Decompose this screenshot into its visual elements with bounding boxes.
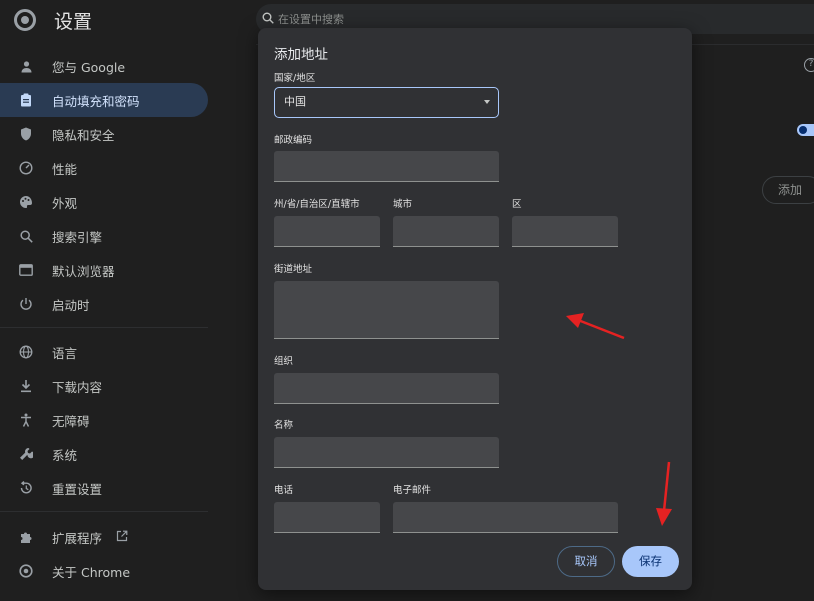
sidebar-item-label: 自动填充和密码	[52, 93, 140, 109]
postal-code-label: 邮政编码	[274, 135, 313, 146]
country-select[interactable]: 中国	[274, 87, 499, 118]
sidebar-item-label: 性能	[52, 161, 78, 177]
sidebar-item-extensions[interactable]: 扩展程序	[0, 520, 208, 554]
puzzle-icon	[18, 529, 34, 545]
country-label: 国家/地区	[274, 73, 316, 84]
sidebar-item-languages[interactable]: 语言	[0, 335, 208, 369]
sidebar-item-label: 您与 Google	[52, 59, 126, 75]
city-field[interactable]	[393, 216, 499, 247]
download-icon	[18, 378, 34, 394]
sidebar-item-label: 系统	[52, 447, 78, 463]
external-link-icon	[116, 530, 128, 545]
email-label: 电子邮件	[393, 485, 432, 496]
sidebar-item-label: 语言	[52, 345, 78, 361]
sidebar-divider	[0, 511, 208, 512]
sidebar-item-google[interactable]: 您与 Google	[0, 49, 208, 83]
sidebar-item-label: 关于 Chrome	[52, 564, 131, 580]
shield-icon	[18, 126, 34, 142]
cancel-button[interactable]: 取消	[557, 546, 615, 577]
street-address-field[interactable]	[274, 281, 499, 339]
accessibility-icon	[18, 412, 34, 428]
sidebar: 设置 您与 Google 自动填充和密码 隐私和安全 性能 外观 搜索引擎 默认…	[0, 0, 214, 601]
sidebar-item-label: 下载内容	[52, 379, 103, 395]
sidebar-divider	[0, 327, 208, 328]
name-field[interactable]	[274, 437, 499, 468]
browser-icon	[18, 262, 34, 278]
name-label: 名称	[274, 420, 294, 431]
sidebar-item-label: 默认浏览器	[52, 263, 115, 279]
city-label: 城市	[393, 199, 413, 210]
street-address-label: 街道地址	[274, 264, 313, 275]
app-header: 设置	[14, 6, 92, 34]
email-field[interactable]	[393, 502, 618, 533]
add-address-dialog: 添加地址 国家/地区 中国 邮政编码 州/省/自治区/直辖市 城市 区 街道地址…	[258, 28, 692, 590]
sidebar-item-appearance[interactable]: 外观	[0, 185, 208, 219]
palette-icon	[18, 194, 34, 210]
sidebar-item-downloads[interactable]: 下载内容	[0, 369, 208, 403]
reset-icon	[18, 480, 34, 496]
sidebar-item-label: 外观	[52, 195, 78, 211]
organization-field[interactable]	[274, 373, 499, 404]
organization-label: 组织	[274, 356, 294, 367]
sidebar-item-label: 无障碍	[52, 413, 90, 429]
chrome-logo-icon	[14, 9, 36, 31]
sidebar-item-autofill[interactable]: 自动填充和密码	[0, 83, 208, 117]
power-icon	[18, 296, 34, 312]
sidebar-item-label: 扩展程序	[52, 530, 103, 546]
state-label: 州/省/自治区/直辖市	[274, 199, 360, 210]
sidebar-item-search-engine[interactable]: 搜索引擎	[0, 219, 208, 253]
search-placeholder: 在设置中搜索	[278, 13, 344, 26]
sidebar-item-default-browser[interactable]: 默认浏览器	[0, 253, 208, 287]
country-select-value: 中国	[284, 95, 306, 108]
dialog-title: 添加地址	[274, 47, 328, 63]
clipboard-icon	[18, 92, 34, 108]
sidebar-item-system[interactable]: 系统	[0, 437, 208, 471]
phone-field[interactable]	[274, 502, 380, 533]
sidebar-item-label: 隐私和安全	[52, 127, 115, 143]
sidebar-item-about[interactable]: 关于 Chrome	[0, 554, 208, 588]
search-icon	[18, 228, 34, 244]
sidebar-item-label: 重置设置	[52, 481, 103, 497]
wrench-icon	[18, 446, 34, 462]
globe-icon	[18, 344, 34, 360]
person-icon	[18, 58, 34, 74]
phone-label: 电话	[274, 485, 294, 496]
sidebar-item-performance[interactable]: 性能	[0, 151, 208, 185]
sidebar-item-privacy[interactable]: 隐私和安全	[0, 117, 208, 151]
search-icon	[262, 12, 274, 27]
sidebar-item-on-startup[interactable]: 启动时	[0, 287, 208, 321]
help-icon[interactable]: ?	[804, 58, 814, 72]
dropdown-arrow-icon	[484, 100, 490, 104]
district-label: 区	[512, 199, 522, 210]
save-button[interactable]: 保存	[622, 546, 679, 577]
sidebar-item-reset[interactable]: 重置设置	[0, 471, 208, 505]
background-add-button[interactable]: 添加	[762, 176, 814, 204]
postal-code-field[interactable]	[274, 151, 499, 182]
autofill-toggle[interactable]	[797, 124, 814, 136]
state-field[interactable]	[274, 216, 380, 247]
sidebar-item-accessibility[interactable]: 无障碍	[0, 403, 208, 437]
chrome-icon	[18, 563, 34, 579]
sidebar-item-label: 启动时	[52, 297, 90, 313]
sidebar-item-label: 搜索引擎	[52, 229, 103, 245]
speedometer-icon	[18, 160, 34, 176]
district-field[interactable]	[512, 216, 618, 247]
page-title: 设置	[54, 10, 93, 33]
